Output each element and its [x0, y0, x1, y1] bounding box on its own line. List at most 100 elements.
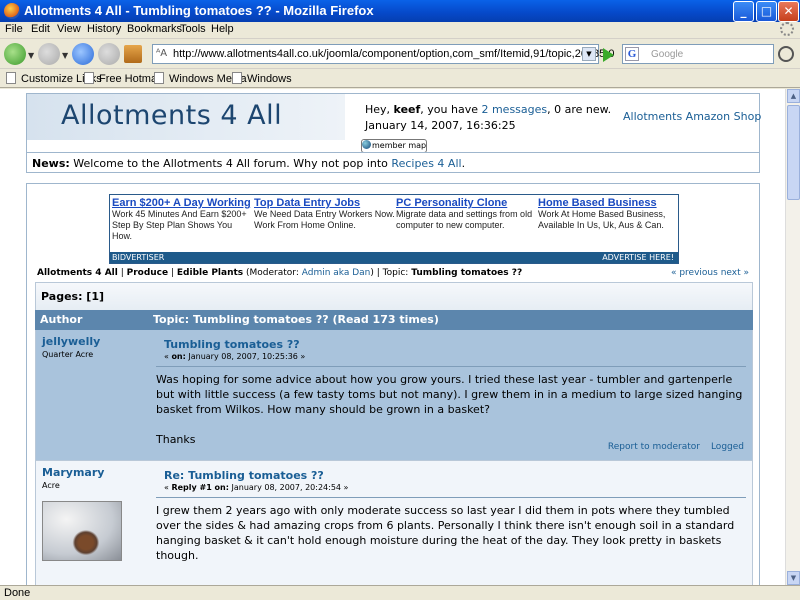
go-arrow-icon[interactable] [603, 48, 614, 62]
post-meta: « Reply #1 on: January 08, 2007, 20:24:5… [164, 483, 348, 492]
breadcrumb-topic[interactable]: Tumbling tomatoes ?? [411, 268, 522, 278]
current-datetime: January 14, 2007, 16:36:25 [365, 119, 516, 132]
url-text[interactable]: http://www.allotments4all.co.uk/joomla/c… [173, 48, 614, 60]
search-box[interactable]: G Google [622, 44, 774, 64]
menu-edit[interactable]: Edit [31, 23, 50, 35]
avatar [42, 501, 122, 561]
title-bar: Allotments 4 All - Tumbling tomatoes ?? … [0, 0, 800, 22]
member-map-button[interactable]: member map [361, 139, 427, 153]
menu-tools[interactable]: Tools [180, 23, 206, 35]
stop-icon[interactable] [98, 43, 120, 65]
scroll-up-icon[interactable]: ▲ [787, 89, 800, 103]
bookmark-free-hotmail[interactable]: Free Hotmail [84, 72, 162, 85]
moderator-label: (Moderator: [243, 268, 302, 278]
breadcrumb-separator: | [373, 268, 383, 278]
navigation-toolbar: ▼ ▼ ᴬA http://www.allotments4all.co.uk/j… [0, 38, 800, 68]
bookmark-windows[interactable]: Windows [232, 72, 292, 85]
search-input[interactable]: Google [651, 49, 683, 60]
author-name-link[interactable]: jellywelly [42, 335, 100, 348]
ad-footer: BIDVERTISER ADVERTISE HERE! [110, 252, 678, 263]
scroll-thumb[interactable] [787, 105, 800, 200]
bookmark-label[interactable]: Free Hotmail [99, 73, 162, 85]
post-item: Marymary Acre Re: Tumbling tomatoes ?? «… [35, 460, 753, 585]
close-button[interactable]: ✕ [778, 1, 799, 22]
page-numbers[interactable]: Pages: [1] [41, 290, 104, 303]
breadcrumb: Allotments 4 All | Produce | Edible Plan… [37, 268, 522, 278]
bidvertiser-link[interactable]: BIDVERTISER [112, 252, 164, 263]
news-text: Welcome to the Allotments 4 All forum. W… [69, 157, 392, 170]
greeting-text: , you have [420, 103, 482, 116]
greeting-text: Hey, [365, 103, 394, 116]
news-line: News: Welcome to the Allotments 4 All fo… [32, 157, 465, 170]
window-title: Allotments 4 All - Tumbling tomatoes ?? … [24, 3, 374, 18]
address-bar[interactable]: ᴬA http://www.allotments4all.co.uk/jooml… [152, 44, 614, 64]
username: keef [393, 103, 421, 116]
ad-title[interactable]: Top Data Entry Jobs [254, 197, 396, 209]
post-item: jellywelly Quarter Acre Tumbling tomatoe… [35, 330, 753, 460]
bookmark-label[interactable]: Windows [247, 73, 292, 85]
meta-on: Reply #1 on: [171, 483, 229, 492]
recipes-link[interactable]: Recipes 4 All [391, 157, 461, 170]
breadcrumb-separator: | [168, 268, 177, 278]
page-icon: ᴬA [156, 48, 168, 59]
ad-title[interactable]: PC Personality Clone [396, 197, 538, 209]
scroll-down-icon[interactable]: ▼ [787, 571, 800, 585]
post-body: I grew them 2 years ago with only modera… [156, 503, 748, 563]
home-icon[interactable] [124, 45, 142, 63]
ad-item[interactable]: PC Personality Clone Migrate data and set… [396, 197, 538, 231]
ad-title[interactable]: Home Based Business [538, 197, 680, 209]
back-dropdown-icon[interactable]: ▼ [28, 51, 34, 60]
globe-icon [362, 140, 371, 149]
menu-view[interactable]: View [57, 23, 81, 35]
ad-item[interactable]: Home Based Business Work At Home Based Bu… [538, 197, 680, 231]
breadcrumb-home[interactable]: Allotments 4 All [37, 268, 118, 278]
menu-help[interactable]: Help [211, 23, 234, 35]
topic-table-header: Author Topic: Tumbling tomatoes ?? (Read… [35, 310, 753, 330]
bookmarks-toolbar: Customize Links Free Hotmail Windows Med… [0, 68, 800, 88]
forum-header: Allotments 4 All Hey, keef, you have 2 m… [26, 93, 761, 173]
throbber-icon [780, 22, 794, 36]
menu-bookmarks[interactable]: Bookmarks [127, 23, 182, 35]
amazon-shop-link[interactable]: Allotments Amazon Shop [623, 110, 761, 123]
reload-icon[interactable] [72, 43, 94, 65]
messages-link[interactable]: 2 messages [481, 103, 547, 116]
next-topic-link[interactable]: next » [721, 268, 749, 278]
news-text: . [461, 157, 466, 170]
page-icon [154, 72, 164, 84]
ad-item[interactable]: Top Data Entry Jobs We Need Data Entry Wo… [254, 197, 396, 231]
status-bar: Done [0, 585, 800, 600]
site-logo[interactable]: Allotments 4 All [61, 100, 282, 131]
meta-on: on: [171, 352, 186, 361]
url-dropdown-icon[interactable]: ▼ [582, 47, 596, 61]
google-icon[interactable]: G [625, 47, 639, 61]
moderator-link[interactable]: Admin aka Dan [302, 268, 371, 278]
breadcrumb-produce[interactable]: Produce [127, 268, 169, 278]
forward-arrow-icon[interactable] [38, 43, 60, 65]
page-icon [6, 72, 16, 84]
menu-file[interactable]: File [5, 23, 23, 35]
greeting-text: , 0 are new. [547, 103, 612, 116]
ad-block: Earn $200+ A Day Working Work 45 Minutes … [109, 194, 679, 264]
topic-column-header: Topic: Tumbling tomatoes ?? (Read 173 ti… [153, 313, 439, 326]
back-arrow-icon[interactable] [4, 43, 26, 65]
ad-title[interactable]: Earn $200+ A Day Working [112, 197, 254, 209]
author-name-link[interactable]: Marymary [42, 466, 104, 479]
previous-topic-link[interactable]: « previous [671, 268, 718, 278]
page-icon [84, 72, 94, 84]
minimize-button[interactable]: _ [733, 1, 754, 22]
logged-label: Logged [710, 442, 744, 452]
ad-item[interactable]: Earn $200+ A Day Working Work 45 Minutes … [112, 197, 254, 242]
maximize-button[interactable]: □ [756, 1, 777, 22]
post-date: January 08, 2007, 10:25:36 » [185, 352, 306, 361]
forward-dropdown-icon[interactable]: ▼ [62, 51, 68, 60]
breadcrumb-separator: | [117, 268, 127, 278]
post-title-link[interactable]: Tumbling tomatoes ?? [164, 338, 300, 351]
post-title-link[interactable]: Re: Tumbling tomatoes ?? [164, 469, 324, 482]
vertical-scrollbar[interactable]: ▲ ▼ [785, 89, 800, 585]
firefox-icon [4, 3, 20, 19]
report-to-moderator-link[interactable]: Report to moderator [608, 442, 700, 452]
search-icon[interactable] [778, 46, 794, 62]
menu-history[interactable]: History [87, 23, 121, 35]
breadcrumb-edible-plants[interactable]: Edible Plants [177, 268, 243, 278]
advertise-here-link[interactable]: ADVERTISE HERE! [602, 252, 674, 263]
